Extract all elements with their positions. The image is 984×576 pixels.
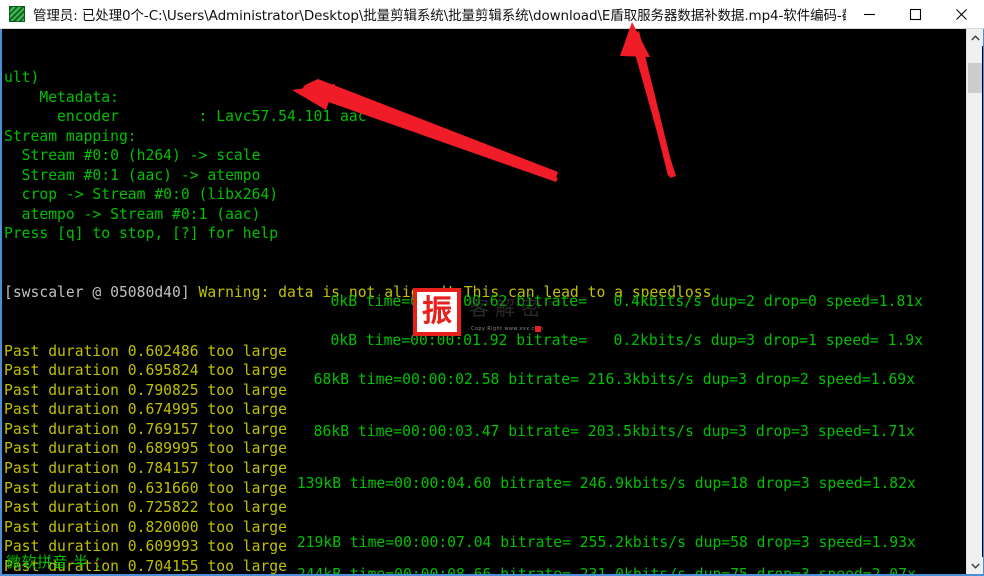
console-output[interactable]: ult) Metadata: encoder : Lavc57.54.101 a…: [2, 29, 966, 574]
console-frame: ult) Metadata: encoder : Lavc57.54.101 a…: [0, 29, 984, 576]
watermark-dot-icon: [535, 326, 541, 332]
window-controls: [846, 0, 984, 29]
vertical-scrollbar[interactable]: [966, 29, 983, 574]
ime-status-bar: 微软拼音 半 ：: [6, 553, 110, 571]
progress-status-line: 0kB time=00:00:01.92 bitrate= 0.2kbits/s…: [304, 332, 923, 349]
close-button[interactable]: [938, 0, 984, 29]
progress-status-line: 219kB time=00:00:07.04 bitrate= 255.2kbi…: [288, 534, 916, 551]
progress-status-line: 86kB time=00:00:03.47 bitrate= 203.5kbit…: [296, 423, 915, 440]
maximize-button[interactable]: [892, 0, 938, 29]
watermark-seal-icon: 振: [413, 288, 461, 336]
console-window: 管理员: 已处理0个-C:\Users\Administrator\Deskto…: [0, 0, 984, 576]
scroll-up-icon[interactable]: [967, 29, 983, 46]
watermark-subtext: Copy Right www.xxx.com: [471, 326, 544, 332]
scroll-down-icon[interactable]: [967, 557, 983, 574]
window-title: 管理员: 已处理0个-C:\Users\Administrator\Deskto…: [33, 8, 846, 24]
progress-status-line: 139kB time=00:00:04.60 bitrate= 246.9kbi…: [288, 475, 916, 492]
progress-status-line: 0kB time=00:00:00.62 bitrate= 0.4kbits/s…: [304, 293, 923, 310]
minimize-button[interactable]: [846, 0, 892, 29]
progress-status-line: 68kB time=00:00:02.58 bitrate= 216.3kbit…: [296, 371, 915, 388]
console-app-icon: [9, 6, 25, 22]
scrollbar-thumb[interactable]: [968, 63, 982, 93]
progress-status-line: 244kB time=00:00:08.66 bitrate= 231.0kbi…: [288, 565, 916, 574]
watermark: 振 客解密 Copy Right www.xxx.com: [413, 288, 565, 344]
watermark-text: 客解密: [469, 296, 547, 320]
watermark-seal-char: 振: [422, 294, 452, 329]
title-bar: 管理员: 已处理0个-C:\Users\Administrator\Deskto…: [0, 0, 984, 29]
